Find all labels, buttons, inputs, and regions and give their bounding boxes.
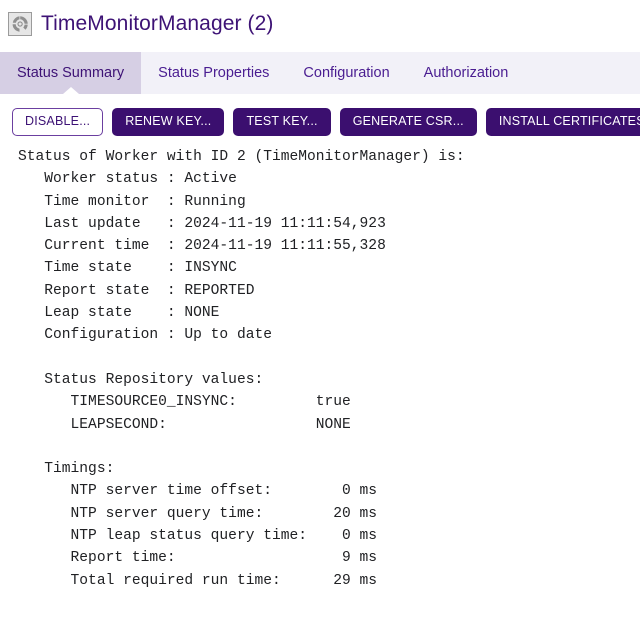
report-line: NTP server query time: 20 ms (18, 503, 640, 525)
tab-bar: Status Summary Status Properties Configu… (0, 52, 640, 94)
report-line: NTP server time offset: 0 ms (18, 480, 640, 502)
report-line: Status of Worker with ID 2 (TimeMonitorM… (18, 146, 640, 168)
tab-label: Status Properties (158, 65, 269, 81)
report-blank-line (18, 347, 640, 369)
install-certificates-button[interactable]: INSTALL CERTIFICATES... (486, 108, 640, 136)
report-line: Time state : INSYNC (18, 257, 640, 279)
report-line: Worker status : Active (18, 168, 640, 190)
tab-status-properties[interactable]: Status Properties (141, 52, 286, 94)
report-line: TIMESOURCE0_INSYNC: true (18, 391, 640, 413)
tab-status-summary[interactable]: Status Summary (0, 52, 141, 94)
tab-label: Configuration (303, 65, 389, 81)
report-line: Report time: 9 ms (18, 547, 640, 569)
disable-button[interactable]: DISABLE... (12, 108, 103, 136)
renew-key-button[interactable]: RENEW KEY... (112, 108, 224, 136)
tab-configuration[interactable]: Configuration (286, 52, 406, 94)
report-line: Last update : 2024-11-19 11:11:54,923 (18, 213, 640, 235)
tab-authorization[interactable]: Authorization (407, 52, 526, 94)
action-button-bar: DISABLE... RENEW KEY... TEST KEY... GENE… (0, 94, 640, 138)
generate-csr-button[interactable]: GENERATE CSR... (340, 108, 477, 136)
report-line: Status Repository values: (18, 369, 640, 391)
gear-icon (8, 12, 32, 36)
report-line: NTP leap status query time: 0 ms (18, 525, 640, 547)
test-key-button[interactable]: TEST KEY... (233, 108, 330, 136)
status-summary-report: Status of Worker with ID 2 (TimeMonitorM… (0, 146, 640, 592)
tab-label: Status Summary (17, 65, 124, 81)
report-line: Timings: (18, 458, 640, 480)
page-title: TimeMonitorManager (2) (41, 12, 274, 36)
report-line: LEAPSECOND: NONE (18, 414, 640, 436)
report-line: Leap state : NONE (18, 302, 640, 324)
report-line: Report state : REPORTED (18, 280, 640, 302)
report-line: Total required run time: 29 ms (18, 570, 640, 592)
tab-label: Authorization (424, 65, 509, 81)
report-blank-line (18, 436, 640, 458)
report-line: Configuration : Up to date (18, 324, 640, 346)
report-line: Current time : 2024-11-19 11:11:55,328 (18, 235, 640, 257)
page-header: TimeMonitorManager (2) (0, 0, 640, 40)
report-line: Time monitor : Running (18, 191, 640, 213)
